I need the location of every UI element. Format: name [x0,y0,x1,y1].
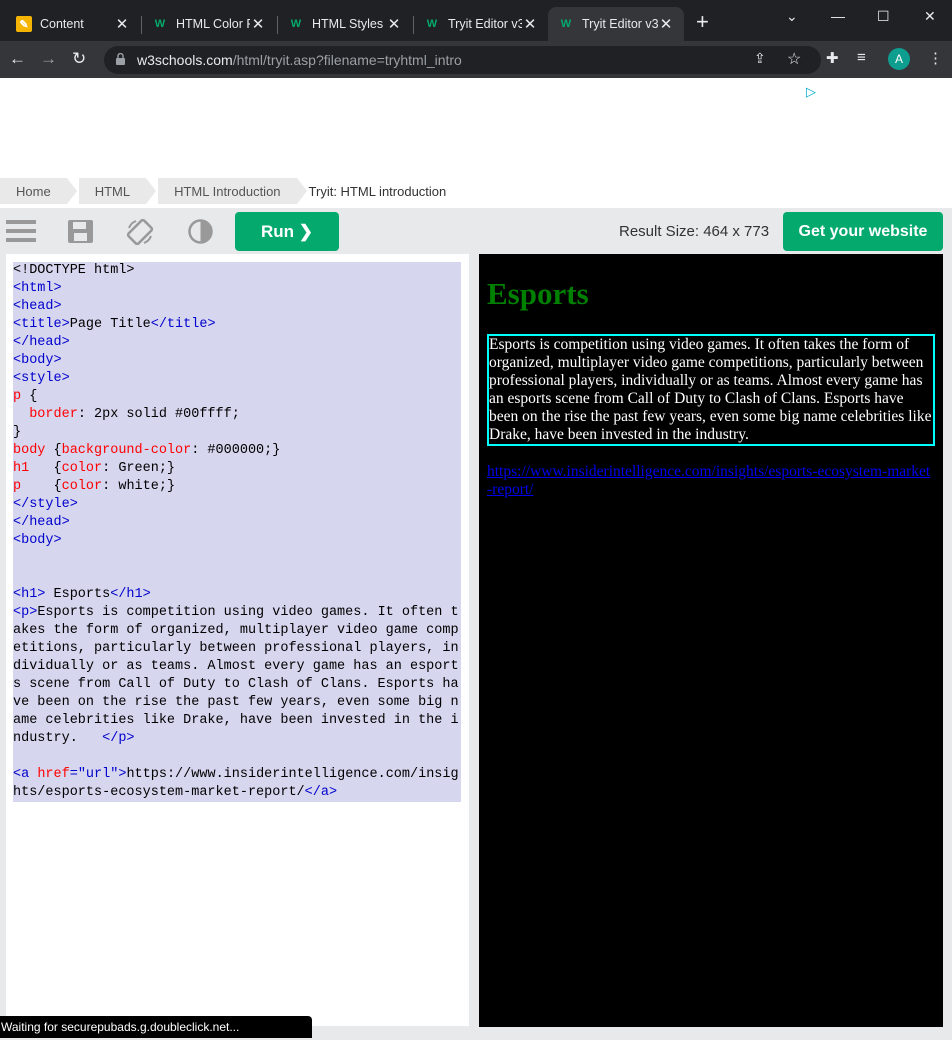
breadcrumb-html[interactable]: HTML [78,178,157,204]
code-line: <body> [13,533,62,548]
code-line: </head> [13,335,70,350]
code-line: } [13,425,22,440]
rotate-icon[interactable] [126,218,154,246]
code-line: <p>Esports is competition using video ga… [13,605,459,746]
browser-tab-bar: ✎ Content ✕ W HTML Color P ✕ W HTML Styl… [0,0,952,41]
main-area: <!DOCTYPE html> <html> <head> <title>Page T… [0,254,952,1040]
share-icon[interactable]: ⇪ [754,50,766,67]
tab-html-styles[interactable]: W HTML Styles C ✕ [278,7,412,41]
tab-search-icon[interactable]: ⌄ [786,8,798,25]
new-tab-button[interactable]: + [696,11,709,33]
code-line: <h1> Esports</h1> [13,587,151,602]
code-line: </head> [13,515,70,530]
code-line: </style> [13,497,78,512]
status-bar: Waiting for securepubads.g.doubleclick.n… [0,1016,312,1038]
tab-html-color[interactable]: W HTML Color P ✕ [142,7,276,41]
menu-dots-icon[interactable]: ⋮ [928,49,943,67]
window-close-icon[interactable]: ✕ [924,8,936,25]
get-your-website-button[interactable]: Get your website [783,212,943,251]
content-favicon-icon: ✎ [16,16,32,32]
maximize-icon[interactable]: ☐ [877,8,890,25]
tab-title: Tryit Editor v3 [582,17,658,31]
url-text: w3schools.com/html/tryit.asp?filename=tr… [137,52,462,68]
code-line: <html> [13,281,62,296]
media-queue-icon[interactable]: ≡ [857,49,866,66]
code-line: body {background-color: #000000;} [13,443,281,458]
code-line: h1 {color: Green;} [13,461,176,476]
tryit-toolbar: Run ❯ Result Size: 464 x 773 Get your we… [0,208,952,254]
bookmark-star-icon[interactable]: ☆ [787,49,801,69]
menu-icon[interactable] [6,219,36,243]
tab-title: Tryit Editor v3 [448,17,522,31]
code-line: <!DOCTYPE html> [13,263,135,278]
code-line: <style> [13,371,70,386]
w3-favicon-icon: W [290,18,302,30]
url-field[interactable]: w3schools.com/html/tryit.asp?filename=tr… [104,46,821,74]
w3-favicon-icon: W [154,18,166,30]
tab-tryit-editor[interactable]: W Tryit Editor v3 ✕ [414,7,548,41]
code-line: p {color: white;} [13,479,176,494]
w3-favicon-icon: W [426,18,438,30]
breadcrumb-html-introduction[interactable]: HTML Introduction [158,178,308,204]
extensions-icon[interactable]: ✚ [826,49,839,67]
address-bar: ← → ↻ w3schools.com/html/tryit.asp?filen… [0,41,952,78]
back-icon[interactable]: ← [9,50,26,68]
tab-tryit-editor-active[interactable]: W Tryit Editor v3 ✕ [548,7,684,41]
forward-icon[interactable]: → [40,50,57,68]
code-line: <a href="url">https://www.insiderintelli… [13,767,459,800]
ad-choices-icon[interactable]: ▷ [806,84,816,100]
result-link[interactable]: https://www.insiderintelligence.com/insi… [487,463,935,499]
w3-favicon-icon: W [560,18,572,30]
contrast-icon[interactable] [188,219,213,244]
reload-icon[interactable]: ↻ [72,50,86,68]
breadcrumb-current: Tryit: HTML introduction [308,183,447,199]
close-icon[interactable]: ✕ [114,15,130,33]
code-line: <title>Page Title</title> [13,317,216,332]
result-paragraph: Esports is competition using video games… [487,334,935,446]
avatar[interactable]: A [888,48,910,70]
code-line: <body> [13,353,62,368]
code-line: border: 2px solid #00ffff; [29,407,240,422]
tab-title: HTML Styles C [312,17,386,31]
run-button[interactable]: Run ❯ [235,212,339,251]
tab-title: Content [40,17,84,31]
tab-content[interactable]: ✎ Content ✕ [6,7,140,41]
minimize-icon[interactable]: — [831,8,845,24]
ad-area: ▷ [0,78,952,178]
close-icon[interactable]: ✕ [522,15,538,33]
code-editor[interactable]: <!DOCTYPE html> <html> <head> <title>Page T… [6,254,469,1026]
close-icon[interactable]: ✕ [386,15,402,33]
code-content[interactable]: <!DOCTYPE html> <html> <head> <title>Page T… [13,262,461,802]
save-icon[interactable] [68,220,93,243]
code-line: <head> [13,299,62,314]
close-icon[interactable]: ✕ [250,15,266,33]
result-heading: Esports [487,276,589,311]
breadcrumb-home[interactable]: Home [0,178,77,204]
close-icon[interactable]: ✕ [658,15,674,33]
lock-icon [116,53,125,65]
result-frame: Esports Esports is competition using vid… [479,254,943,1027]
result-size-label: Result Size: 464 x 773 [619,223,770,240]
breadcrumb: Home HTML HTML Introduction Tryit: HTML … [0,178,952,204]
tab-title: HTML Color P [176,17,250,31]
code-line: p { [13,389,38,404]
